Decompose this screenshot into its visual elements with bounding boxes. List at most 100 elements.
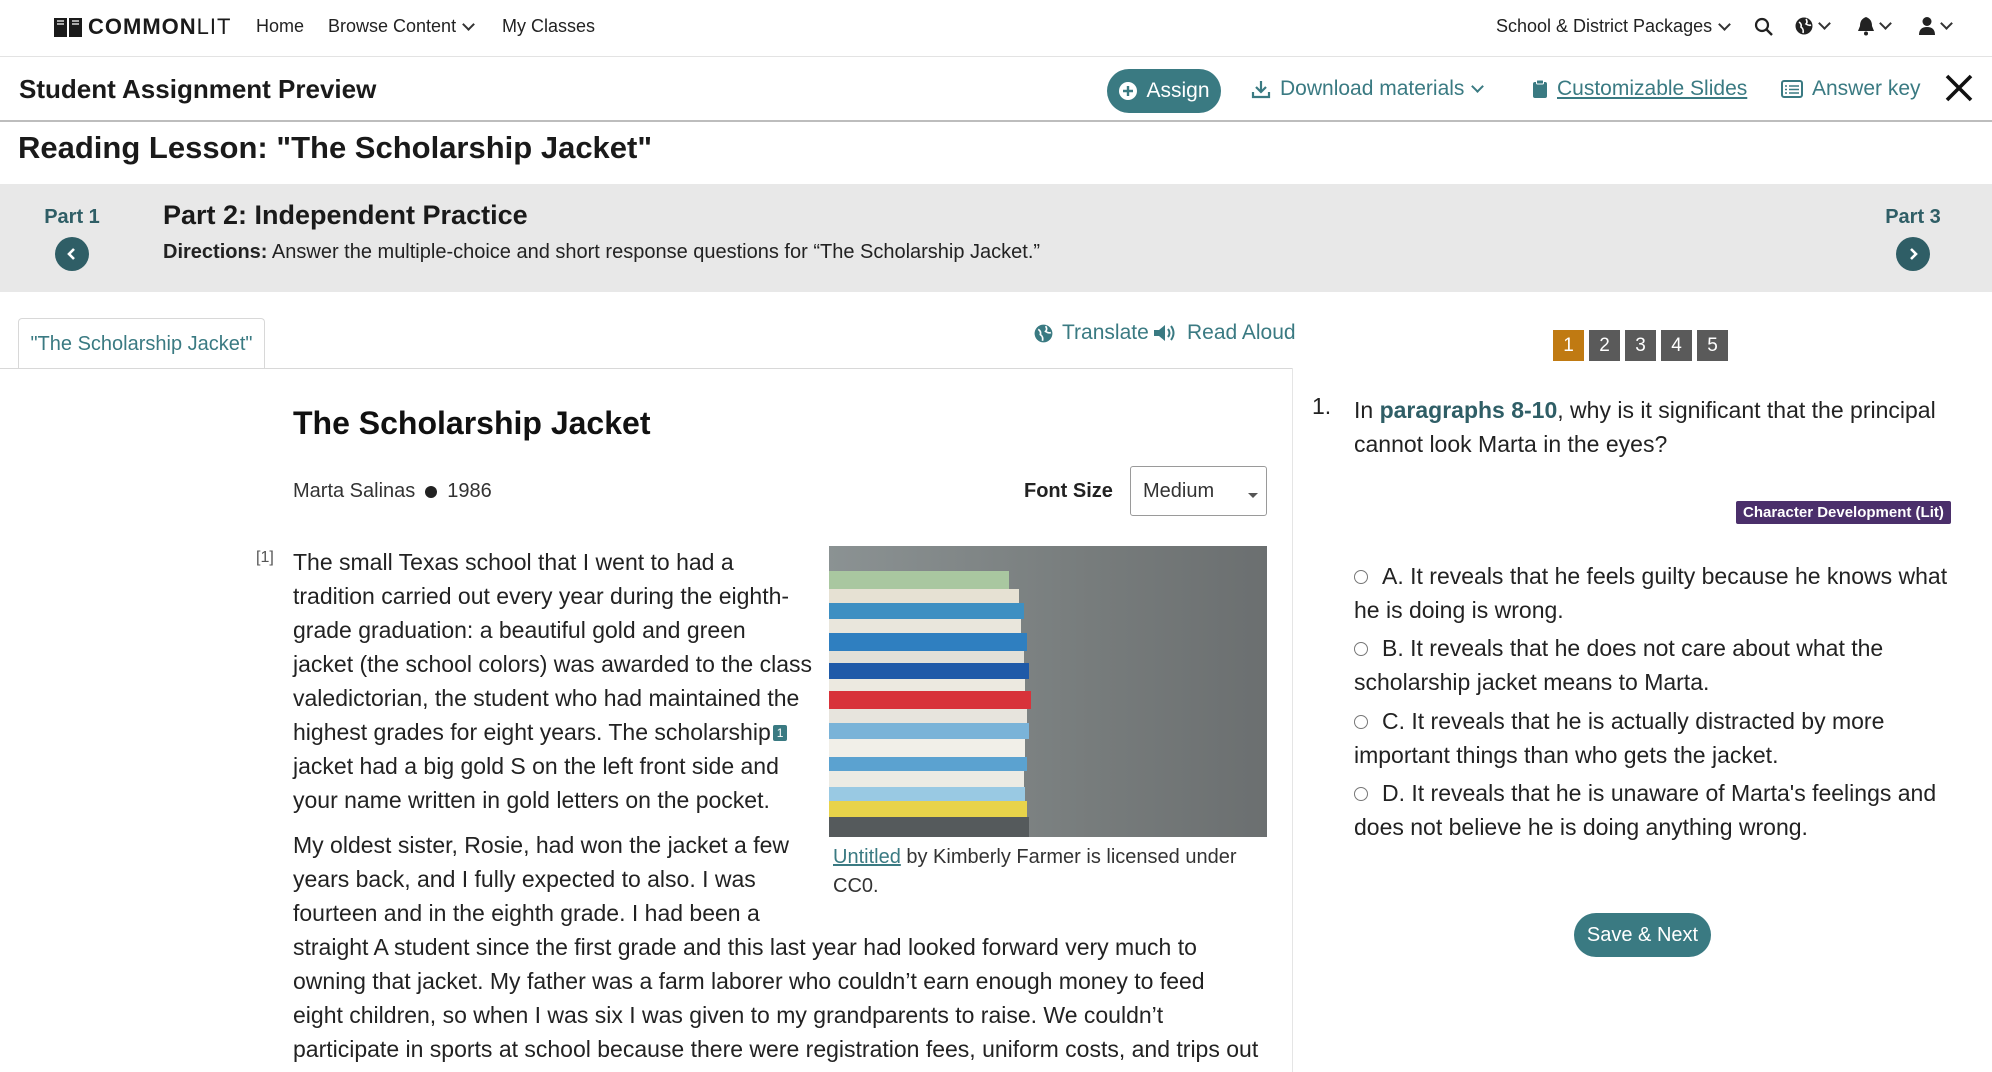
- question-page-button[interactable]: 4: [1661, 330, 1692, 361]
- chevron-down-icon: [1471, 80, 1485, 93]
- question-page-button[interactable]: 1: [1553, 330, 1584, 361]
- answer-option-d[interactable]: D. It reveals that he is unaware of Mart…: [1354, 776, 1964, 844]
- skill-tag-badge: Character Development (Lit): [1736, 501, 1951, 524]
- read-aloud-button[interactable]: Read Aloud: [1153, 321, 1296, 345]
- text-line: valedictorian, the student who had maint…: [293, 685, 800, 711]
- answer-option-a[interactable]: A. It reveals that he feels guilty becau…: [1354, 559, 1964, 627]
- footnote-marker[interactable]: 1: [772, 725, 788, 741]
- language-menu[interactable]: [1794, 16, 1831, 36]
- text-line: participate in sports at school because …: [293, 1036, 1259, 1062]
- directions-label: Directions:: [163, 241, 268, 263]
- nav-packages-label: School & District Packages: [1496, 16, 1713, 36]
- question-page-button[interactable]: 2: [1589, 330, 1620, 361]
- paragraph-reference-link[interactable]: paragraphs 8-10: [1380, 397, 1558, 423]
- question-page-button[interactable]: 5: [1697, 330, 1728, 361]
- account-menu[interactable]: [1918, 16, 1953, 36]
- author-name: Marta Salinas: [293, 480, 416, 502]
- caret-down-icon: [1248, 493, 1258, 498]
- paragraph-1: The small Texas school that I went to ha…: [293, 545, 823, 817]
- text-line: jacket had a big gold S on the left fron…: [293, 753, 779, 779]
- chevron-down-icon: [1879, 17, 1892, 30]
- chevron-down-icon: [1818, 17, 1831, 30]
- chevron-down-icon: [462, 17, 475, 31]
- user-icon: [1919, 17, 1935, 35]
- text-line: your name written in gold letters on the…: [293, 787, 770, 813]
- paragraph-number: [1]: [256, 549, 274, 566]
- nav-my-classes-link[interactable]: My Classes: [502, 16, 595, 37]
- answer-key-link[interactable]: Answer key: [1781, 77, 1921, 101]
- answer-key-label: Answer key: [1812, 77, 1921, 100]
- top-navigation: COMMON LIT Home Browse Content My Classes…: [0, 0, 1992, 55]
- save-next-button[interactable]: Save & Next: [1574, 913, 1711, 957]
- nav-home-link[interactable]: Home: [256, 16, 304, 37]
- bell-icon: [1858, 17, 1874, 36]
- font-size-select[interactable]: Medium: [1130, 466, 1267, 516]
- read-aloud-label: Read Aloud: [1187, 321, 1296, 344]
- book-logo-icon: [54, 18, 82, 37]
- previous-part-nav[interactable]: Part 1: [42, 206, 102, 271]
- answer-option-b[interactable]: B. It reveals that he does not care abou…: [1354, 631, 1964, 699]
- next-part-label: Part 3: [1885, 206, 1941, 228]
- publication-year: 1986: [447, 480, 492, 502]
- chevron-right-icon[interactable]: [1896, 237, 1930, 271]
- chevron-left-icon[interactable]: [55, 237, 89, 271]
- answer-option-c[interactable]: C. It reveals that he is actually distra…: [1354, 704, 1964, 772]
- logo-text-bold: COMMON: [88, 14, 197, 39]
- font-size-value: Medium: [1143, 480, 1215, 502]
- download-materials-menu[interactable]: Download materials: [1251, 77, 1485, 101]
- part-directions: Directions: Answer the multiple-choice a…: [163, 241, 1040, 264]
- question-text: In paragraphs 8-10, why is it significan…: [1354, 393, 1964, 461]
- chevron-down-icon: [1718, 17, 1731, 31]
- search-icon[interactable]: [1754, 17, 1774, 37]
- globe-icon: [1795, 17, 1813, 35]
- text-line: years back, and I fully expected to also…: [293, 866, 756, 892]
- text-line: fourteen and in the eighth grade. I had …: [293, 900, 760, 926]
- lesson-part-header: Part 1 Part 2: Independent Practice Dire…: [0, 184, 1992, 292]
- nav-home-label: Home: [256, 16, 305, 36]
- panel-divider-vertical: [1292, 368, 1293, 1072]
- notifications-menu[interactable]: [1857, 16, 1892, 36]
- nav-browse-content-menu[interactable]: Browse Content: [328, 16, 475, 37]
- text-line: straight A student since the first grade…: [293, 934, 1197, 960]
- nav-browse-label: Browse Content: [328, 16, 457, 36]
- next-part-nav[interactable]: Part 3: [1883, 206, 1943, 271]
- customizable-slides-link[interactable]: Customizable Slides: [1532, 77, 1747, 101]
- logo-text-light: LIT: [196, 14, 232, 39]
- assign-label: Assign: [1146, 79, 1210, 102]
- text-tab[interactable]: "The Scholarship Jacket": [18, 318, 265, 369]
- question-text-start: In: [1354, 397, 1380, 423]
- text-line-with-footnote: highest grades for eight years. The scho…: [293, 715, 823, 749]
- image-source-link[interactable]: Untitled: [833, 846, 901, 868]
- current-part-title: Part 2: Independent Practice: [163, 200, 528, 230]
- text-line: eight children, so when I was six I was …: [293, 1002, 1164, 1028]
- paragraph-2-start: My oldest sister, Rosie, had won the jac…: [293, 828, 823, 930]
- list-icon: [1781, 80, 1803, 98]
- translate-button[interactable]: Translate: [1033, 321, 1149, 345]
- text-line: The small Texas school that I went to ha…: [293, 549, 734, 575]
- chevron-down-icon: [1940, 17, 1953, 30]
- text-line: jacket (the school colors) was awarded t…: [293, 651, 813, 677]
- text-line: grade graduation: a beautiful gold and g…: [293, 617, 746, 643]
- directions-text: Answer the multiple-choice and short res…: [267, 241, 1041, 263]
- close-icon[interactable]: [1944, 73, 1974, 103]
- nav-packages-menu[interactable]: School & District Packages: [1496, 16, 1731, 37]
- font-size-label: Font Size: [1024, 480, 1113, 502]
- download-icon: [1251, 81, 1271, 99]
- commonlit-logo[interactable]: COMMON LIT: [52, 14, 231, 40]
- clipboard-icon: [1533, 79, 1547, 98]
- assign-button[interactable]: Assign: [1107, 69, 1221, 113]
- panel-divider: [0, 368, 1293, 369]
- previous-part-label: Part 1: [44, 206, 100, 228]
- preview-title: Student Assignment Preview: [19, 74, 377, 104]
- text-title: The Scholarship Jacket: [293, 405, 651, 441]
- question-number: 1.: [1312, 393, 1332, 419]
- download-label: Download materials: [1280, 77, 1465, 100]
- speaker-icon: [1154, 325, 1175, 341]
- nav-classes-label: My Classes: [502, 16, 596, 36]
- plus-circle-icon: [1119, 82, 1138, 100]
- separator-dot: [425, 485, 438, 498]
- question-page-button[interactable]: 3: [1625, 330, 1656, 361]
- text-line: My oldest sister, Rosie, had won the jac…: [293, 832, 790, 858]
- question-pagination: 1 2 3 4 5: [1553, 330, 1728, 361]
- translate-label: Translate: [1062, 321, 1149, 344]
